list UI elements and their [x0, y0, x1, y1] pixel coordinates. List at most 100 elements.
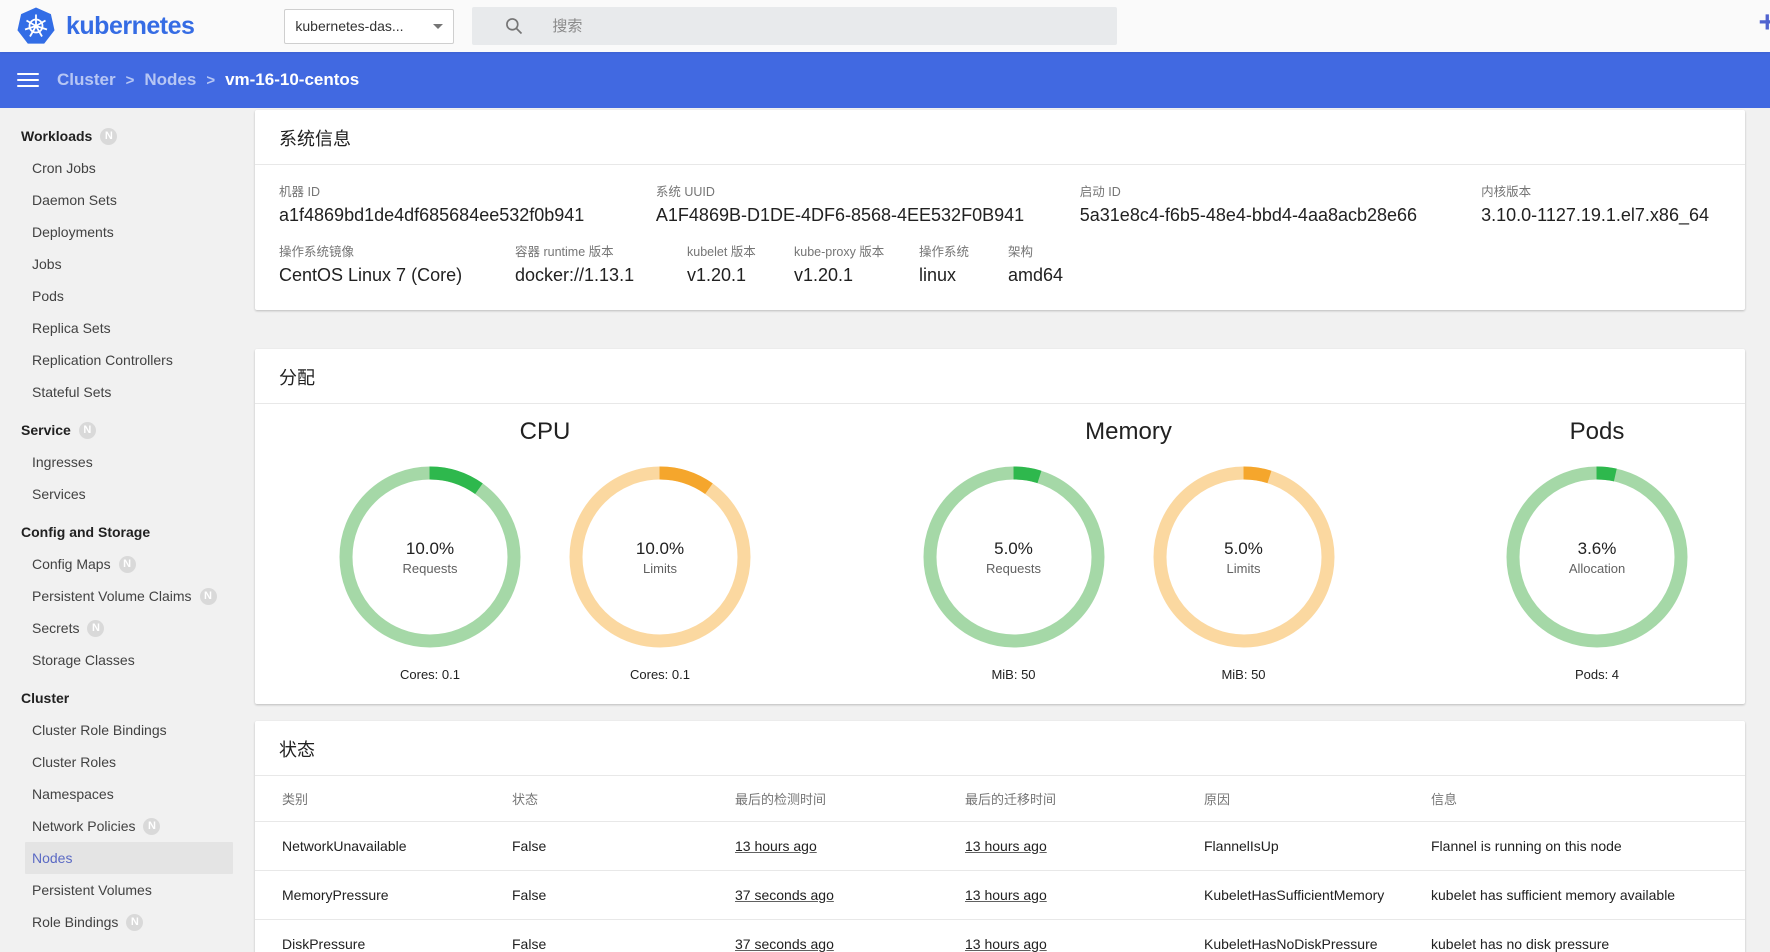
cell-status: False — [512, 870, 735, 919]
sidebar-item-pods[interactable]: Pods — [25, 280, 233, 312]
chart-group-cpu: CPU10.0%RequestsCores: 0.110.0%LimitsCor… — [335, 418, 755, 682]
field-value: a1f4869bd1de4df685684ee532f0b941 — [279, 205, 644, 226]
sidebar-item-ingresses[interactable]: Ingresses — [25, 446, 233, 478]
sidebar-item-label: Cron Jobs — [32, 152, 96, 184]
chart-group-title: Pods — [1502, 418, 1692, 446]
chart-group-title: Memory — [919, 418, 1339, 446]
sidebar-item-label: Storage Classes — [32, 644, 135, 676]
sidebar-item-services[interactable]: Services — [25, 478, 233, 510]
sidebar-item-label: Config Maps — [32, 548, 111, 580]
namespaced-badge: N — [79, 422, 96, 439]
sidebar-item-label: Jobs — [32, 248, 62, 280]
cell-reason: FlannelIsUp — [1204, 821, 1431, 870]
field-value: 5a31e8c4-f6b5-48e4-bbd4-4aa8acb28e66 — [1080, 205, 1469, 226]
sidebar-item-stateful-sets[interactable]: Stateful Sets — [25, 376, 233, 408]
sidebar-item-replica-sets[interactable]: Replica Sets — [25, 312, 233, 344]
donut-chart-memory-requests: 5.0%RequestsMiB: 50 — [919, 462, 1109, 682]
sidebar-item-jobs[interactable]: Jobs — [25, 248, 233, 280]
sidebar-section-label: Cluster — [21, 682, 69, 714]
sidebar-item-label: Replication Controllers — [32, 344, 173, 376]
relative-time[interactable]: 13 hours ago — [965, 838, 1047, 854]
sidebar-item-label: Nodes — [32, 842, 72, 874]
sidebar-section-header: Service N — [21, 414, 247, 446]
donut-footer-value: Cores: 0.1 — [335, 667, 525, 682]
sidebar-item-cluster-roles[interactable]: Cluster Roles — [25, 746, 233, 778]
sidebar-item-namespaces[interactable]: Namespaces — [25, 778, 233, 810]
relative-time[interactable]: 13 hours ago — [965, 936, 1047, 952]
relative-time[interactable]: 37 seconds ago — [735, 936, 834, 952]
sidebar-item-config-maps[interactable]: Config MapsN — [25, 548, 233, 580]
top-header: kubernetes kubernetes-das... + — [0, 0, 1770, 52]
donut-footer-value: Cores: 0.1 — [565, 667, 755, 682]
sidebar-item-persistent-volume-claims[interactable]: Persistent Volume ClaimsN — [25, 580, 233, 612]
cell-type: NetworkUnavailable — [255, 821, 512, 870]
donut-row: 5.0%RequestsMiB: 505.0%LimitsMiB: 50 — [919, 462, 1339, 682]
search-bar[interactable] — [472, 7, 1117, 45]
cell-type: DiskPressure — [255, 919, 512, 952]
brand-name: kubernetes — [66, 12, 194, 41]
namespace-selector[interactable]: kubernetes-das... — [284, 9, 454, 44]
system-info-row: 操作系统镜像CentOS Linux 7 (Core)容器 runtime 版本… — [255, 241, 1745, 310]
brand[interactable]: kubernetes — [16, 7, 194, 45]
breadcrumb-link-cluster[interactable]: Cluster — [57, 70, 116, 90]
sidebar-item-nodes[interactable]: Nodes — [25, 842, 233, 874]
menu-hamburger-icon[interactable] — [17, 69, 39, 91]
allocation-charts: CPU10.0%RequestsCores: 0.110.0%LimitsCor… — [255, 404, 1745, 704]
table-row: MemoryPressureFalse37 seconds ago 13 hour… — [255, 870, 1745, 919]
donut-ring — [919, 462, 1109, 652]
sidebar-item-secrets[interactable]: SecretsN — [25, 612, 233, 644]
donut-ring — [565, 462, 755, 652]
sidebar-item-label: Pods — [32, 280, 64, 312]
create-plus-button[interactable]: + — [1758, 8, 1770, 38]
status-column-header: 状态 — [512, 776, 735, 821]
status-card: 状态 类别状态最后的检测时间最后的迁移时间原因信息 NetworkUnavail… — [255, 721, 1745, 952]
sidebar-section: WorkloadsNCron JobsDaemon SetsDeployment… — [0, 120, 247, 408]
sidebar-item-label: Stateful Sets — [32, 376, 111, 408]
field-label: 系统 UUID — [656, 181, 1068, 200]
sidebar-item-replication-controllers[interactable]: Replication Controllers — [25, 344, 233, 376]
donut-chart-pods-allocation: 3.6%AllocationPods: 4 — [1502, 462, 1692, 682]
sidebar-item-deployments[interactable]: Deployments — [25, 216, 233, 248]
breadcrumb-separator: > — [206, 72, 215, 89]
donut-chart-cpu-limits: 10.0%LimitsCores: 0.1 — [565, 462, 755, 682]
sidebar-item-storage-classes[interactable]: Storage Classes — [25, 644, 233, 676]
system-info-row: 机器 IDa1f4869bd1de4df685684ee532f0b941系统 … — [255, 181, 1745, 226]
sidebar-section-label: Service — [21, 414, 71, 446]
allocation-title: 分配 — [255, 349, 1745, 404]
system-info-field: 操作系统linux — [919, 241, 1008, 286]
cell-type: MemoryPressure — [255, 870, 512, 919]
namespace-selector-value: kubernetes-das... — [295, 18, 427, 34]
breadcrumb-link-nodes[interactable]: Nodes — [144, 70, 196, 90]
sidebar-item-persistent-volumes[interactable]: Persistent Volumes — [25, 874, 233, 906]
table-row: NetworkUnavailableFalse13 hours ago13 ho… — [255, 821, 1745, 870]
cell-last-check: 37 seconds ago — [735, 870, 965, 919]
relative-time[interactable]: 13 hours ago — [735, 838, 817, 854]
sidebar-section-header: WorkloadsN — [21, 120, 247, 152]
sidebar-item-label: Services — [32, 478, 86, 510]
namespaced-badge: N — [87, 620, 104, 637]
relative-time[interactable]: 13 hours ago — [965, 887, 1047, 903]
system-info-card: 系统信息 机器 IDa1f4869bd1de4df685684ee532f0b9… — [255, 110, 1745, 310]
donut-chart-cpu-requests: 10.0%RequestsCores: 0.1 — [335, 462, 525, 682]
field-value: 3.10.0-1127.19.1.el7.x86_64 — [1481, 205, 1709, 226]
field-label: 容器 runtime 版本 — [515, 241, 675, 260]
sidebar-item-role-bindings[interactable]: Role BindingsN — [25, 906, 233, 938]
field-label: 内核版本 — [1481, 181, 1709, 200]
sidebar-item-network-policies[interactable]: Network PoliciesN — [25, 810, 233, 842]
namespaced-badge: N — [143, 818, 160, 835]
sidebar-item-cluster-role-bindings[interactable]: Cluster Role Bindings — [25, 714, 233, 746]
donut-ring — [335, 462, 525, 652]
field-label: kubelet 版本 — [687, 241, 782, 260]
system-info-field: 启动 ID5a31e8c4-f6b5-48e4-bbd4-4aa8acb28e6… — [1080, 181, 1481, 226]
sidebar-item-label: Persistent Volumes — [32, 874, 152, 906]
donut-chart-memory-limits: 5.0%LimitsMiB: 50 — [1149, 462, 1339, 682]
sidebar-item-cron-jobs[interactable]: Cron Jobs — [25, 152, 233, 184]
status-table-header-row: 类别状态最后的检测时间最后的迁移时间原因信息 — [255, 776, 1745, 821]
sidebar-item-label: Namespaces — [32, 778, 114, 810]
relative-time[interactable]: 37 seconds ago — [735, 887, 834, 903]
sidebar-item-daemon-sets[interactable]: Daemon Sets — [25, 184, 233, 216]
system-info-field: 架构amd64 — [1008, 241, 1075, 286]
field-value: linux — [919, 265, 996, 286]
donut-row: 3.6%AllocationPods: 4 — [1502, 462, 1692, 682]
search-input[interactable] — [552, 18, 1103, 35]
